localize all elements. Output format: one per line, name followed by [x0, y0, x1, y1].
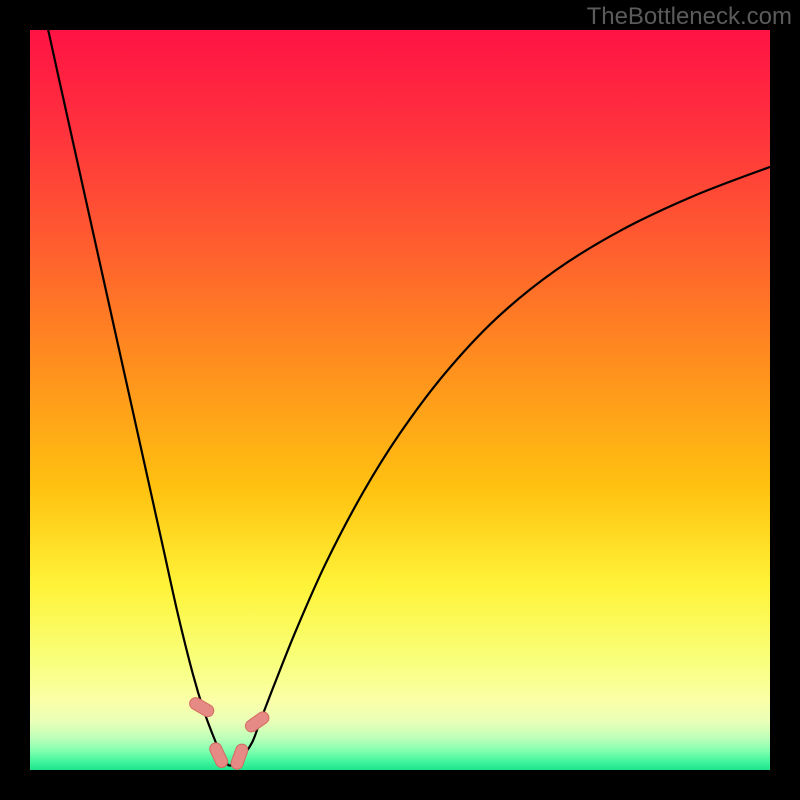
chart-frame: TheBottleneck.com	[0, 0, 800, 800]
watermark-text: TheBottleneck.com	[587, 3, 792, 31]
bottleneck-chart-svg	[30, 30, 770, 770]
plot-area	[30, 30, 770, 770]
gradient-background	[30, 30, 770, 770]
